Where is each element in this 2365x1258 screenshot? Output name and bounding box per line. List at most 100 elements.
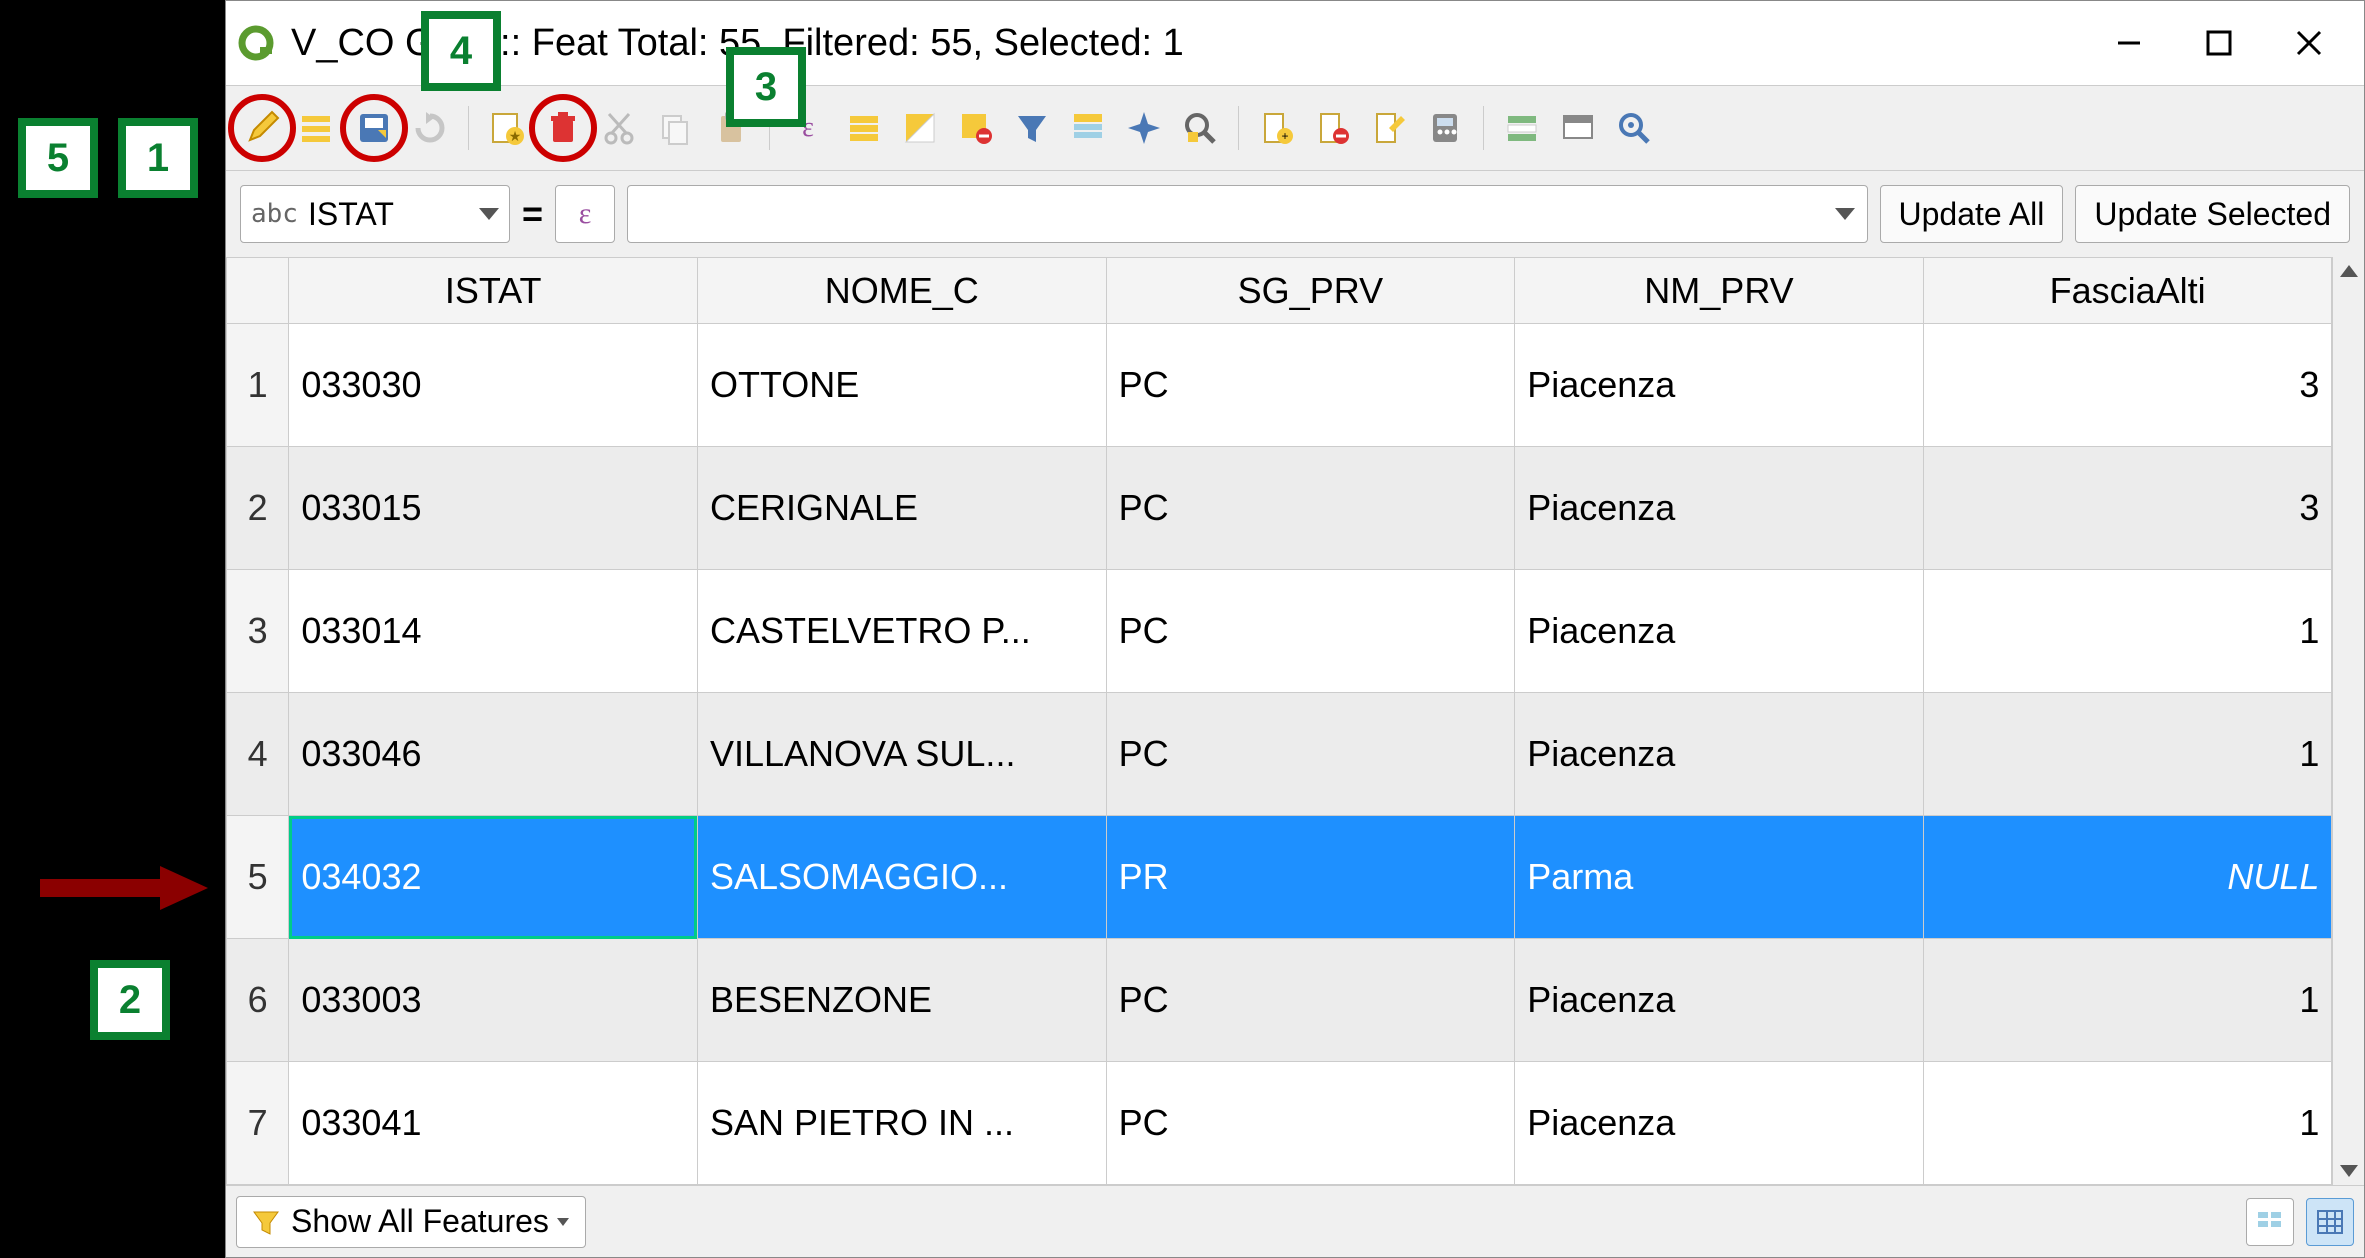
minimize-button[interactable]: [2084, 13, 2174, 73]
move-selection-to-top-button[interactable]: [1062, 102, 1114, 154]
svg-text:★: ★: [509, 128, 522, 144]
cell[interactable]: Piacenza: [1515, 447, 1924, 570]
delete-selected-button[interactable]: [537, 102, 589, 154]
add-feature-icon: ★: [489, 110, 525, 146]
multiedit-button[interactable]: [292, 102, 344, 154]
cell[interactable]: BESENZONE: [697, 939, 1106, 1062]
save-edits-button[interactable]: [348, 102, 400, 154]
chevron-down-icon: [1835, 208, 1855, 220]
cell[interactable]: OTTONE: [697, 324, 1106, 447]
attribute-table: ISTAT NOME_C SG_PRV NM_PRV FasciaAlti 10…: [226, 257, 2332, 1185]
table-row[interactable]: 6033003BESENZONEPCPiacenza1: [227, 939, 2332, 1062]
cell[interactable]: 1: [1923, 570, 2332, 693]
row-number-header[interactable]: [227, 258, 289, 324]
delete-field-button[interactable]: [1307, 102, 1359, 154]
table-row[interactable]: 2033015CERIGNALEPCPiacenza3: [227, 447, 2332, 570]
cell[interactable]: 033030: [289, 324, 698, 447]
delete-column-icon: [1315, 110, 1351, 146]
column-header-fasciaalti[interactable]: FasciaAlti: [1923, 258, 2332, 324]
cell[interactable]: Parma: [1515, 816, 1924, 939]
filter-selection-icon: [1014, 110, 1050, 146]
row-number[interactable]: 7: [227, 1062, 289, 1185]
select-all-icon: [846, 110, 882, 146]
column-header-nm-prv[interactable]: NM_PRV: [1515, 258, 1924, 324]
cell[interactable]: SAN PIETRO IN ...: [697, 1062, 1106, 1185]
cell[interactable]: SALSOMAGGIO...: [697, 816, 1106, 939]
cell[interactable]: 1: [1923, 693, 2332, 816]
pan-to-selected-button[interactable]: [1118, 102, 1170, 154]
zoom-to-selected-button[interactable]: [1174, 102, 1226, 154]
cell[interactable]: 033014: [289, 570, 698, 693]
cell[interactable]: PC: [1106, 1062, 1515, 1185]
actions-button[interactable]: [1608, 102, 1660, 154]
table-row[interactable]: 3033014CASTELVETRO P...PCPiacenza1: [227, 570, 2332, 693]
cell[interactable]: CERIGNALE: [697, 447, 1106, 570]
row-number[interactable]: 4: [227, 693, 289, 816]
column-header-nome-c[interactable]: NOME_C: [697, 258, 1106, 324]
table-view-button[interactable]: [2306, 1198, 2354, 1246]
conditional-format-icon: [1504, 110, 1540, 146]
cell[interactable]: PC: [1106, 939, 1515, 1062]
cell[interactable]: 1: [1923, 1062, 2332, 1185]
table-row[interactable]: 7033041SAN PIETRO IN ...PCPiacenza1: [227, 1062, 2332, 1185]
row-number[interactable]: 2: [227, 447, 289, 570]
invert-selection-button[interactable]: [894, 102, 946, 154]
cell[interactable]: Piacenza: [1515, 1062, 1924, 1185]
cell[interactable]: Piacenza: [1515, 693, 1924, 816]
expression-dialog-button[interactable]: ε: [555, 185, 615, 243]
cell[interactable]: PC: [1106, 447, 1515, 570]
cell[interactable]: PC: [1106, 324, 1515, 447]
cell[interactable]: PC: [1106, 570, 1515, 693]
table-row[interactable]: 5034032SALSOMAGGIO...PRParmaNULL: [227, 816, 2332, 939]
toggle-editing-button[interactable]: [236, 102, 288, 154]
cell[interactable]: 033003: [289, 939, 698, 1062]
cell[interactable]: 034032: [289, 816, 698, 939]
annotation-5: 5: [18, 118, 98, 198]
dock-button[interactable]: [1552, 102, 1604, 154]
column-header-istat[interactable]: ISTAT: [289, 258, 698, 324]
update-all-button[interactable]: Update All: [1880, 185, 2064, 243]
cell[interactable]: 033046: [289, 693, 698, 816]
form-view-button[interactable]: [2246, 1198, 2294, 1246]
cell[interactable]: Piacenza: [1515, 939, 1924, 1062]
row-number[interactable]: 3: [227, 570, 289, 693]
cell[interactable]: 3: [1923, 447, 2332, 570]
table-row[interactable]: 1033030OTTONEPCPiacenza3: [227, 324, 2332, 447]
column-header-sg-prv[interactable]: SG_PRV: [1106, 258, 1515, 324]
row-number[interactable]: 6: [227, 939, 289, 1062]
vertical-scrollbar[interactable]: [2332, 257, 2364, 1185]
add-feature-button[interactable]: ★: [481, 102, 533, 154]
cell[interactable]: Piacenza: [1515, 324, 1924, 447]
maximize-button[interactable]: [2174, 13, 2264, 73]
cut-button[interactable]: [593, 102, 645, 154]
update-selected-button[interactable]: Update Selected: [2075, 185, 2350, 243]
cell[interactable]: CASTELVETRO P...: [697, 570, 1106, 693]
cell[interactable]: 033015: [289, 447, 698, 570]
copy-button[interactable]: [649, 102, 701, 154]
field-calculator-button[interactable]: [1419, 102, 1471, 154]
cell[interactable]: PC: [1106, 693, 1515, 816]
cell[interactable]: 1: [1923, 939, 2332, 1062]
cell[interactable]: PR: [1106, 816, 1515, 939]
cell[interactable]: NULL: [1923, 816, 2332, 939]
field-selector[interactable]: abc ISTAT: [240, 185, 510, 243]
close-button[interactable]: [2264, 13, 2354, 73]
filter-selection-button[interactable]: [1006, 102, 1058, 154]
multiedit-icon: [300, 110, 336, 146]
select-all-button[interactable]: [838, 102, 890, 154]
expression-input[interactable]: [627, 185, 1867, 243]
row-number[interactable]: 5: [227, 816, 289, 939]
reload-button[interactable]: [404, 102, 456, 154]
cell[interactable]: VILLANOVA SUL...: [697, 693, 1106, 816]
cell[interactable]: 033041: [289, 1062, 698, 1185]
organize-columns-button[interactable]: [1363, 102, 1415, 154]
conditional-formatting-button[interactable]: [1496, 102, 1548, 154]
table-row[interactable]: 4033046VILLANOVA SUL...PCPiacenza1: [227, 693, 2332, 816]
cell[interactable]: 3: [1923, 324, 2332, 447]
cell[interactable]: Piacenza: [1515, 570, 1924, 693]
show-all-features-button[interactable]: Show All Features: [236, 1196, 586, 1248]
new-field-button[interactable]: +: [1251, 102, 1303, 154]
deselect-all-button[interactable]: [950, 102, 1002, 154]
row-number[interactable]: 1: [227, 324, 289, 447]
edit-pencil-icon: [244, 110, 280, 146]
